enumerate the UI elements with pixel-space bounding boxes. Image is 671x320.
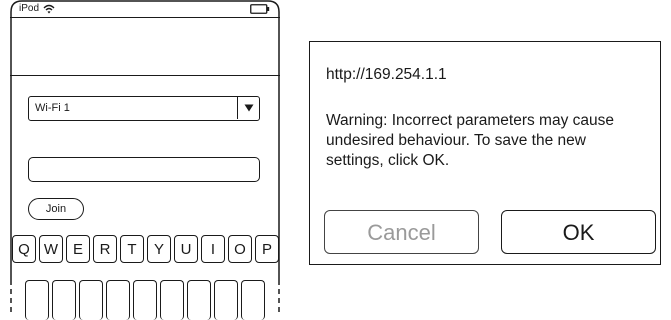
keyboard-key[interactable] <box>52 280 76 320</box>
battery-icon <box>250 4 270 14</box>
key-u[interactable]: U <box>174 235 198 263</box>
keyboard-row-1: Q W E R T Y U I O P <box>12 235 279 263</box>
ok-button[interactable]: OK <box>501 210 656 254</box>
password-field[interactable] <box>28 157 260 182</box>
join-button[interactable]: Join <box>28 198 84 220</box>
keyboard-key[interactable] <box>133 280 157 320</box>
phone-mockup: iPod Wi-Fi 1 Join Q W E R T Y U I O P <box>10 0 280 320</box>
header-divider <box>10 75 280 76</box>
key-t[interactable]: T <box>120 235 144 263</box>
keyboard-key[interactable] <box>160 280 184 320</box>
key-e[interactable]: E <box>66 235 90 263</box>
keyboard-key[interactable] <box>187 280 211 320</box>
key-w[interactable]: W <box>39 235 63 263</box>
status-bar-divider <box>10 17 280 18</box>
key-p[interactable]: P <box>255 235 279 263</box>
keyboard-key[interactable] <box>25 280 49 320</box>
carrier-label: iPod <box>19 3 40 14</box>
key-y[interactable]: Y <box>147 235 171 263</box>
key-r[interactable]: R <box>93 235 117 263</box>
keyboard-row-2 <box>25 280 265 320</box>
cancel-button[interactable]: Cancel <box>324 210 479 254</box>
key-i[interactable]: I <box>201 235 225 263</box>
status-bar: iPod <box>14 2 276 17</box>
key-q[interactable]: Q <box>12 235 36 263</box>
wifi-icon <box>43 4 55 14</box>
wifi-select-value: Wi-Fi 1 <box>35 102 70 114</box>
status-carrier: iPod <box>19 3 55 15</box>
dialog-message: Warning: Incorrect parameters may cause … <box>326 112 615 169</box>
keyboard-key[interactable] <box>241 280 265 320</box>
keyboard-key[interactable] <box>106 280 130 320</box>
alert-dialog: http://169.254.1.1 Warning: Incorrect pa… <box>309 41 661 265</box>
keyboard-key[interactable] <box>214 280 238 320</box>
triangle-down-icon[interactable] <box>237 97 259 119</box>
wifi-network-select[interactable]: Wi-Fi 1 <box>28 96 260 121</box>
key-o[interactable]: O <box>228 235 252 263</box>
dialog-title: http://169.254.1.1 <box>326 66 447 83</box>
keyboard-key[interactable] <box>79 280 103 320</box>
